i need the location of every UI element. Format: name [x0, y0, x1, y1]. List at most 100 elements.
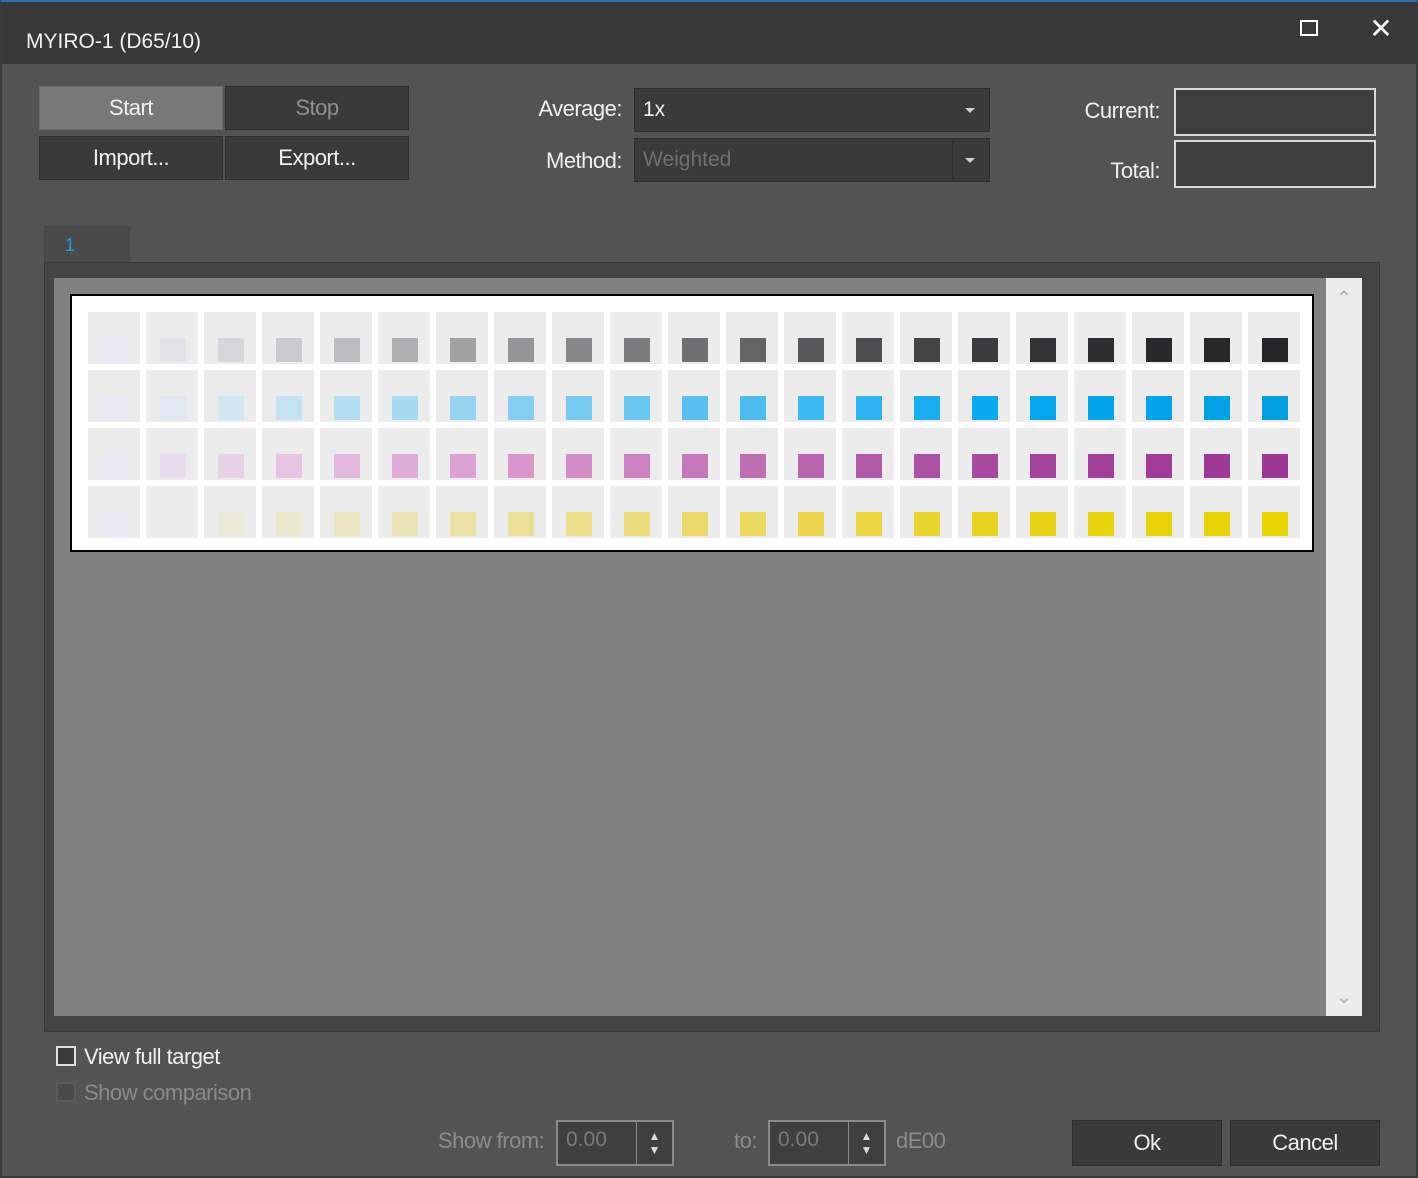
- patch-cell: [1016, 486, 1068, 538]
- patch-cell: [610, 428, 662, 480]
- patch-cell: [88, 370, 140, 422]
- patch-cell: [378, 370, 430, 422]
- patch-cell: [668, 486, 720, 538]
- patch-cell: [1132, 428, 1184, 480]
- color-swatch-cyan: [856, 396, 882, 420]
- color-swatch-magenta: [160, 454, 186, 478]
- color-swatch-cyan: [218, 396, 244, 420]
- patch-cell: [378, 428, 430, 480]
- patch-cell: [320, 312, 372, 364]
- ok-button[interactable]: Ok: [1072, 1120, 1222, 1166]
- patch-cell: [552, 428, 604, 480]
- patch-cell: [1248, 428, 1300, 480]
- color-swatch-yellow: [508, 512, 534, 536]
- color-swatch-gray: [740, 338, 766, 362]
- patch-cell: [320, 370, 372, 422]
- spin-buttons[interactable]: ▲ ▼: [848, 1122, 884, 1164]
- patch-cell: [146, 312, 198, 364]
- export-button[interactable]: Export...: [225, 136, 409, 180]
- patch-cell: [1074, 312, 1126, 364]
- color-swatch-magenta: [1146, 454, 1172, 478]
- color-swatch-cyan: [102, 396, 128, 420]
- stop-button[interactable]: Stop: [225, 86, 409, 130]
- close-button[interactable]: ✕: [1356, 8, 1406, 48]
- from-spinbox[interactable]: 0.00 ▲ ▼: [556, 1120, 674, 1166]
- spin-up-icon[interactable]: ▲: [649, 1129, 661, 1143]
- patch-cell: [610, 370, 662, 422]
- color-swatch-gray: [914, 338, 940, 362]
- color-swatch-gray: [508, 338, 534, 362]
- start-button[interactable]: Start: [39, 86, 223, 130]
- patch-cell: [1016, 370, 1068, 422]
- chevron-up-icon[interactable]: ⌃: [1326, 280, 1362, 316]
- patch-cell: [1190, 486, 1242, 538]
- color-swatch-cyan: [334, 396, 360, 420]
- cancel-button[interactable]: Cancel: [1230, 1120, 1380, 1166]
- total-label: Total:: [1110, 158, 1160, 183]
- patch-cell: [610, 486, 662, 538]
- spin-down-icon[interactable]: ▼: [649, 1143, 661, 1157]
- maximize-button[interactable]: [1284, 8, 1334, 48]
- average-label: Average:: [538, 96, 622, 121]
- color-swatch-cyan: [1262, 396, 1288, 420]
- method-label: Method:: [546, 148, 623, 173]
- color-swatch-magenta: [276, 454, 302, 478]
- tab-1[interactable]: 1: [44, 226, 130, 264]
- patch-cell: [958, 370, 1010, 422]
- color-swatch-magenta: [1262, 454, 1288, 478]
- average-select[interactable]: 1x: [634, 88, 990, 132]
- spin-down-icon[interactable]: ▼: [861, 1143, 873, 1157]
- patch-cell: [900, 312, 952, 364]
- patch-cell: [378, 486, 430, 538]
- patch-cell: [146, 370, 198, 422]
- color-swatch-cyan: [566, 396, 592, 420]
- color-swatch-yellow: [450, 512, 476, 536]
- patch-cell: [1190, 312, 1242, 364]
- chevron-down-icon: [965, 108, 975, 113]
- patch-cell: [88, 312, 140, 364]
- patch-cell: [842, 428, 894, 480]
- color-swatch-gray: [972, 338, 998, 362]
- combo-divider: [952, 141, 953, 179]
- patch-cell: [784, 428, 836, 480]
- current-field: [1174, 88, 1376, 136]
- window-title: MYIRO-1 (D65/10): [26, 30, 202, 53]
- method-value: Weighted: [643, 148, 732, 171]
- patch-cell: [204, 312, 256, 364]
- color-swatch-yellow: [334, 512, 360, 536]
- color-swatch-gray: [1030, 338, 1056, 362]
- color-swatch-gray: [798, 338, 824, 362]
- patch-cell: [204, 428, 256, 480]
- chevron-down-icon[interactable]: ⌄: [1326, 978, 1362, 1014]
- color-swatch-magenta: [1088, 454, 1114, 478]
- color-swatch-yellow: [740, 512, 766, 536]
- maximize-icon: [1300, 20, 1318, 36]
- view-full-target-label: View full target: [84, 1044, 220, 1069]
- spin-up-icon[interactable]: ▲: [861, 1129, 873, 1143]
- color-swatch-cyan: [914, 396, 940, 420]
- patch-cell: [958, 486, 1010, 538]
- method-select[interactable]: Weighted: [634, 138, 990, 182]
- show-comparison-label: Show comparison: [84, 1080, 252, 1105]
- vertical-scrollbar[interactable]: ⌃ ⌄: [1326, 278, 1362, 1016]
- color-swatch-cyan: [740, 396, 766, 420]
- show-comparison-checkbox[interactable]: [56, 1082, 76, 1102]
- spin-buttons[interactable]: ▲ ▼: [636, 1122, 672, 1164]
- color-swatch-gray: [1088, 338, 1114, 362]
- patch-cell: [958, 312, 1010, 364]
- patch-cell: [436, 486, 488, 538]
- import-button[interactable]: Import...: [39, 136, 223, 180]
- view-full-target-checkbox[interactable]: [56, 1046, 76, 1066]
- patch-cell: [1248, 370, 1300, 422]
- to-spinbox[interactable]: 0.00 ▲ ▼: [768, 1120, 886, 1166]
- color-swatch-yellow: [914, 512, 940, 536]
- color-swatch-magenta: [682, 454, 708, 478]
- patch-cell: [320, 428, 372, 480]
- color-swatch-magenta: [566, 454, 592, 478]
- patch-cell: [262, 486, 314, 538]
- color-swatch-cyan: [682, 396, 708, 420]
- color-swatch-cyan: [1088, 396, 1114, 420]
- patch-grid: [88, 312, 1300, 538]
- color-swatch-magenta: [508, 454, 534, 478]
- patch-cell: [1074, 486, 1126, 538]
